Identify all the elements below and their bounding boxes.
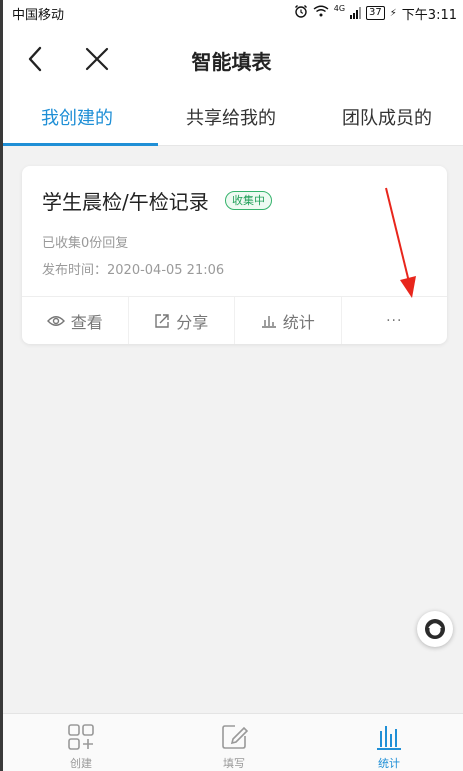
charging-icon: ⚡ [389, 7, 397, 19]
nav-stats[interactable]: 统计 [359, 722, 419, 771]
publish-time: 发布时间：2020-04-05 21:06 [42, 263, 225, 278]
grid-plus-icon [68, 724, 94, 750]
eye-icon [46, 315, 65, 326]
clock: 下午3:11 [401, 7, 457, 23]
signal-icon [350, 7, 362, 19]
form-title: 学生晨检/午检记录 [42, 190, 209, 214]
bottom-nav: 创建 填写 统计 [0, 713, 463, 771]
bar-chart-icon [377, 726, 401, 750]
bar-chart-icon [261, 315, 276, 328]
tab-my-created[interactable]: 我创建的 [41, 104, 113, 130]
headset-icon [425, 619, 445, 639]
tab-bar: 我创建的 共享给我的 团队成员的 [0, 92, 463, 146]
active-tab-indicator [3, 143, 158, 146]
more-button[interactable]: ··· [340, 297, 448, 344]
status-badge: 收集中 [225, 191, 272, 210]
more-dots-icon: ··· [386, 312, 403, 329]
share-label: 分享 [176, 312, 209, 332]
annotation-arrow [385, 187, 416, 298]
view-button[interactable]: 查看 [22, 297, 128, 344]
status-icons: 4G 37 ⚡ 下午3:11 [294, 4, 457, 23]
share-button[interactable]: 分享 [127, 297, 235, 344]
wifi-icon [313, 5, 329, 21]
nav-create[interactable]: 创建 [51, 722, 111, 771]
edit-icon [222, 725, 249, 749]
stats-button[interactable]: 统计 [234, 297, 341, 344]
nav-fill-label: 填写 [223, 757, 245, 770]
alarm-icon [294, 4, 308, 22]
response-count: 已收集0份回复 [42, 236, 129, 251]
tab-team-members[interactable]: 团队成员的 [342, 104, 432, 130]
screen-edge [0, 0, 3, 771]
customer-service-button[interactable] [417, 611, 453, 647]
header-bar: 智能填表 [0, 26, 463, 92]
page-title: 智能填表 [191, 50, 272, 74]
nav-stats-label: 统计 [378, 757, 400, 770]
network-type: 4G [333, 3, 346, 13]
stats-label: 统计 [282, 312, 315, 332]
carrier-name: 中国移动 [12, 7, 65, 23]
nav-fill[interactable]: 填写 [204, 722, 264, 771]
tab-shared-with-me[interactable]: 共享给我的 [186, 104, 276, 130]
battery-level: 37 [366, 6, 385, 20]
nav-create-label: 创建 [70, 757, 92, 770]
view-label: 查看 [70, 312, 103, 332]
share-icon [155, 313, 169, 328]
status-bar: 中国移动 4G 37 ⚡ 下午3:11 [0, 0, 463, 26]
